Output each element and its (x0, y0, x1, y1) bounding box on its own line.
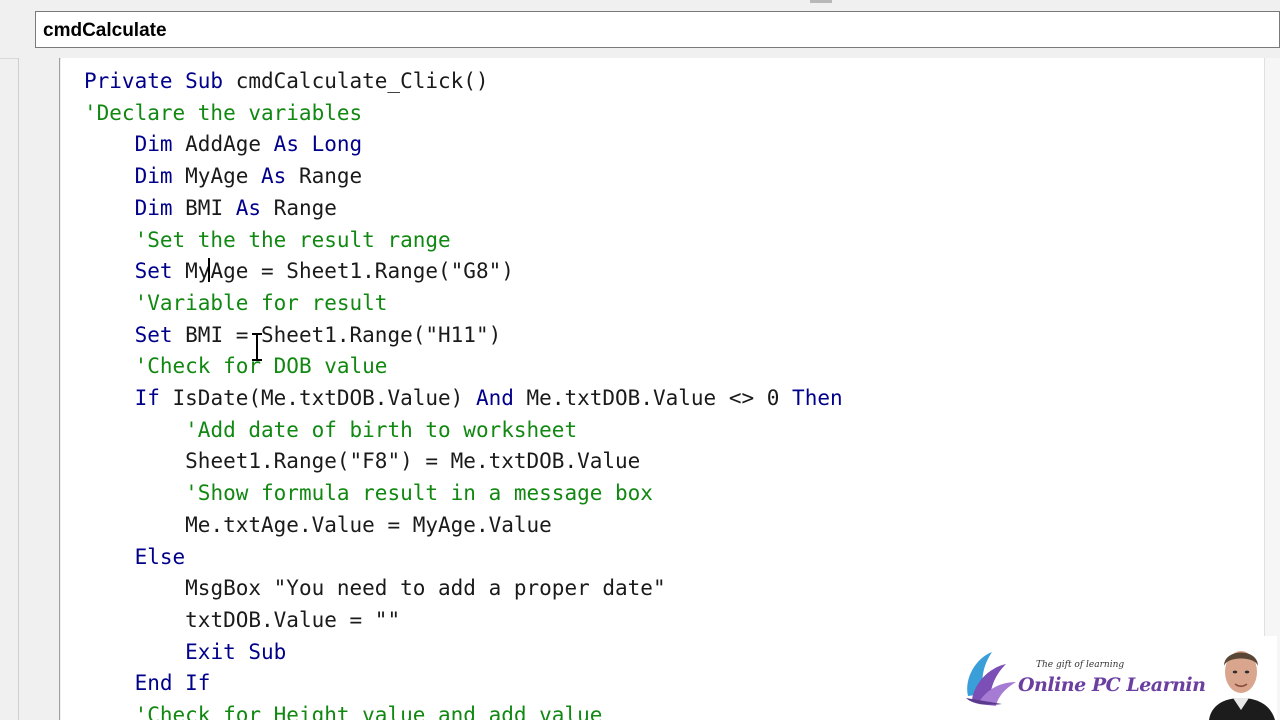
code-window-header: cmdCalculate (0, 0, 1280, 59)
code-keyword: As (261, 164, 299, 189)
code-comment: 'Show formula result in a message box (185, 481, 653, 506)
code-text: Range (298, 164, 363, 189)
code-keyword: Dim (134, 132, 186, 157)
object-dropdown-value: cmdCalculate (43, 20, 167, 41)
code-comment: 'Set the the result range (134, 227, 451, 252)
code-comment: 'Variable for result (134, 290, 388, 315)
code-line[interactable]: Dim MyAge As Range (84, 161, 363, 192)
vertical-scrollbar[interactable] (1264, 58, 1280, 720)
code-keyword: As (235, 195, 274, 220)
code-text: MsgBox "You need to add a proper date" (185, 576, 666, 601)
presenter-avatar (1205, 636, 1277, 720)
brand-logo-icon (966, 652, 1016, 706)
code-text: BMI = Sheet1.Range("H11") (185, 322, 502, 347)
code-line[interactable]: 'Show formula result in a message box (84, 478, 653, 509)
code-line[interactable]: 'Variable for result (84, 288, 388, 319)
code-line[interactable]: Private Sub cmdCalculate_Click() (84, 66, 489, 97)
code-keyword: Dim (134, 164, 186, 189)
code-keyword: If (134, 386, 173, 410)
text-caret (208, 258, 210, 282)
code-line[interactable]: Else (84, 542, 186, 573)
code-line[interactable]: 'Check for DOB value (84, 351, 388, 382)
code-line[interactable]: 'Check for Height value and add value (84, 700, 603, 720)
code-keyword: Set (134, 259, 186, 284)
scroll-nub (810, 0, 832, 3)
code-line[interactable]: End If (84, 668, 211, 699)
code-line[interactable]: txtDOB.Value = "" (84, 605, 400, 636)
code-keyword: Exit Sub (185, 639, 287, 664)
code-text: MyAge = Sheet1.Range("G8") (185, 259, 514, 284)
code-keyword: Set (134, 322, 186, 347)
code-line[interactable]: Sheet1.Range("F8") = Me.txtDOB.Value (84, 446, 640, 477)
code-text: txtDOB.Value = "" (185, 607, 401, 632)
code-line[interactable]: Exit Sub (84, 637, 286, 668)
code-line[interactable]: Set MyAge = Sheet1.Range("G8") (84, 256, 514, 287)
ibeam-cursor-icon (252, 333, 262, 361)
brand-watermark: The gift of learning Online PC Learning (960, 640, 1219, 710)
code-comment: 'Add date of birth to worksheet (185, 417, 578, 442)
code-line[interactable]: Dim BMI As Range (84, 193, 337, 224)
code-text: MyAge (185, 164, 262, 189)
code-text: AddAge (185, 132, 274, 157)
code-comment: 'Check for Height value and add value (134, 703, 603, 720)
code-line[interactable]: 'Set the the result range (84, 225, 451, 256)
margin-indicator-bar[interactable] (18, 58, 60, 720)
code-text: Range (273, 195, 337, 220)
code-keyword: As Long (273, 132, 363, 157)
code-text: Sheet1.Range("F8") = Me.txtDOB.Value (185, 449, 641, 474)
code-text: BMI (185, 195, 236, 220)
object-dropdown[interactable]: cmdCalculate (35, 11, 1280, 48)
code-editor[interactable]: 'Check for Height value and add value En… (61, 58, 1280, 720)
code-line[interactable]: 'Declare the variables (84, 98, 362, 129)
code-text: Me.txtAge.Value = MyAge.Value (185, 512, 552, 537)
code-keyword: Private Sub (84, 69, 236, 93)
code-line[interactable]: 'Add date of birth to worksheet (84, 415, 577, 446)
code-line[interactable]: If IsDate(Me.txtDOB.Value) And Me.txtDOB… (84, 383, 843, 414)
code-line[interactable]: Dim AddAge As Long (84, 129, 363, 160)
code-text: cmdCalculate_Click() (235, 69, 489, 93)
code-line[interactable]: Set BMI = Sheet1.Range("H11") (84, 320, 502, 351)
code-line[interactable]: Me.txtAge.Value = MyAge.Value (84, 510, 552, 541)
code-comment: 'Declare the variables (84, 100, 363, 125)
code-keyword: End If (134, 671, 211, 696)
code-text: Me.txtDOB.Value <> 0 (526, 386, 793, 410)
code-keyword: Dim (134, 195, 186, 220)
code-keyword: Then (792, 386, 843, 410)
brand-tagline: The gift of learning (1036, 660, 1125, 670)
code-text: IsDate(Me.txtDOB.Value) (172, 386, 476, 410)
code-line[interactable]: MsgBox "You need to add a proper date" (84, 573, 666, 604)
code-keyword: And (475, 386, 527, 410)
vba-editor-window: cmdCalculate 'Check for Height value and… (0, 0, 1280, 720)
brand-name: Online PC Learning (1018, 674, 1219, 696)
code-keyword: Else (134, 544, 186, 569)
